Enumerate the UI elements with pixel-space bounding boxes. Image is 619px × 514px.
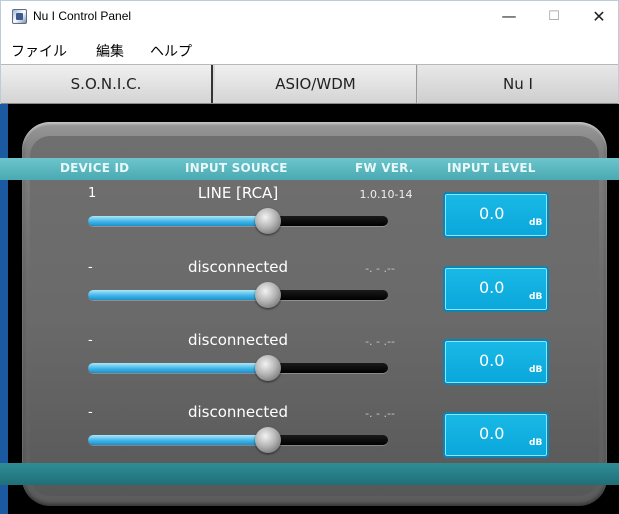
row-1-device-id: 1 [88, 186, 97, 201]
level-unit: dB [529, 292, 543, 302]
row-3-device-id: - [88, 333, 93, 348]
tab-asio-wdm[interactable]: ASIO/WDM [215, 65, 417, 103]
row-2-input-source: disconnected [187, 258, 289, 276]
slider-fill [88, 435, 268, 445]
header-input-source: INPUT SOURCE [185, 161, 288, 175]
menu-help[interactable]: ヘルプ [150, 41, 192, 61]
minimize-button[interactable]: — [486, 1, 532, 32]
row-2-level-slider[interactable] [88, 282, 388, 308]
level-value: 0.0 [479, 204, 505, 223]
slider-thumb[interactable] [255, 427, 281, 453]
row-3-fw-version: -. - .-- [365, 335, 395, 348]
row-1-input-level[interactable]: 0.0 dB [443, 192, 549, 238]
slider-fill [88, 290, 268, 300]
tab-bar: S.O.N.I.C. ASIO/WDM Nu I [1, 64, 618, 104]
slider-fill [88, 363, 268, 373]
level-unit: dB [529, 438, 543, 448]
menu-file[interactable]: ファイル [11, 41, 67, 61]
close-button[interactable]: ✕ [576, 1, 619, 32]
header-device-id: DEVICE ID [60, 161, 130, 175]
level-value: 0.0 [479, 424, 505, 443]
row-4-level-slider[interactable] [88, 427, 388, 453]
row-3-input-level[interactable]: 0.0 dB [443, 339, 549, 385]
row-1-input-source: LINE [RCA] [197, 184, 279, 202]
row-1-fw-version: 1.0.10-14 [359, 188, 413, 201]
slider-thumb[interactable] [255, 355, 281, 381]
row-4-device-id: - [88, 405, 93, 420]
title-bar: Nu I Control Panel — ☐ ✕ [1, 1, 618, 32]
row-3-level-slider[interactable] [88, 355, 388, 381]
row-4-input-level[interactable]: 0.0 dB [443, 412, 549, 458]
row-4-fw-version: -. - .-- [365, 407, 395, 420]
row-1-level-slider[interactable] [88, 208, 388, 234]
row-2-input-level[interactable]: 0.0 dB [443, 266, 549, 312]
level-value: 0.0 [479, 351, 505, 370]
header-fw-ver: FW VER. [355, 161, 414, 175]
slider-fill [88, 216, 268, 226]
row-3-input-source: disconnected [187, 331, 289, 349]
window-title: Nu I Control Panel [33, 9, 132, 23]
row-2-device-id: - [88, 260, 93, 275]
header-input-level: INPUT LEVEL [447, 161, 536, 175]
slider-thumb[interactable] [255, 282, 281, 308]
level-unit: dB [529, 218, 543, 228]
menu-edit[interactable]: 編集 [96, 41, 124, 61]
row-2-fw-version: -. - .-- [365, 262, 395, 275]
menu-bar: ファイル 編集 ヘルプ [1, 32, 618, 64]
table-footer [0, 463, 619, 485]
level-unit: dB [529, 365, 543, 375]
level-value: 0.0 [479, 278, 505, 297]
slider-thumb[interactable] [255, 208, 281, 234]
tab-sonic[interactable]: S.O.N.I.C. [1, 65, 213, 103]
app-icon [12, 9, 27, 24]
maximize-button[interactable]: ☐ [531, 1, 577, 32]
tab-nu-i[interactable]: Nu I [418, 65, 618, 103]
row-4-input-source: disconnected [187, 403, 289, 421]
